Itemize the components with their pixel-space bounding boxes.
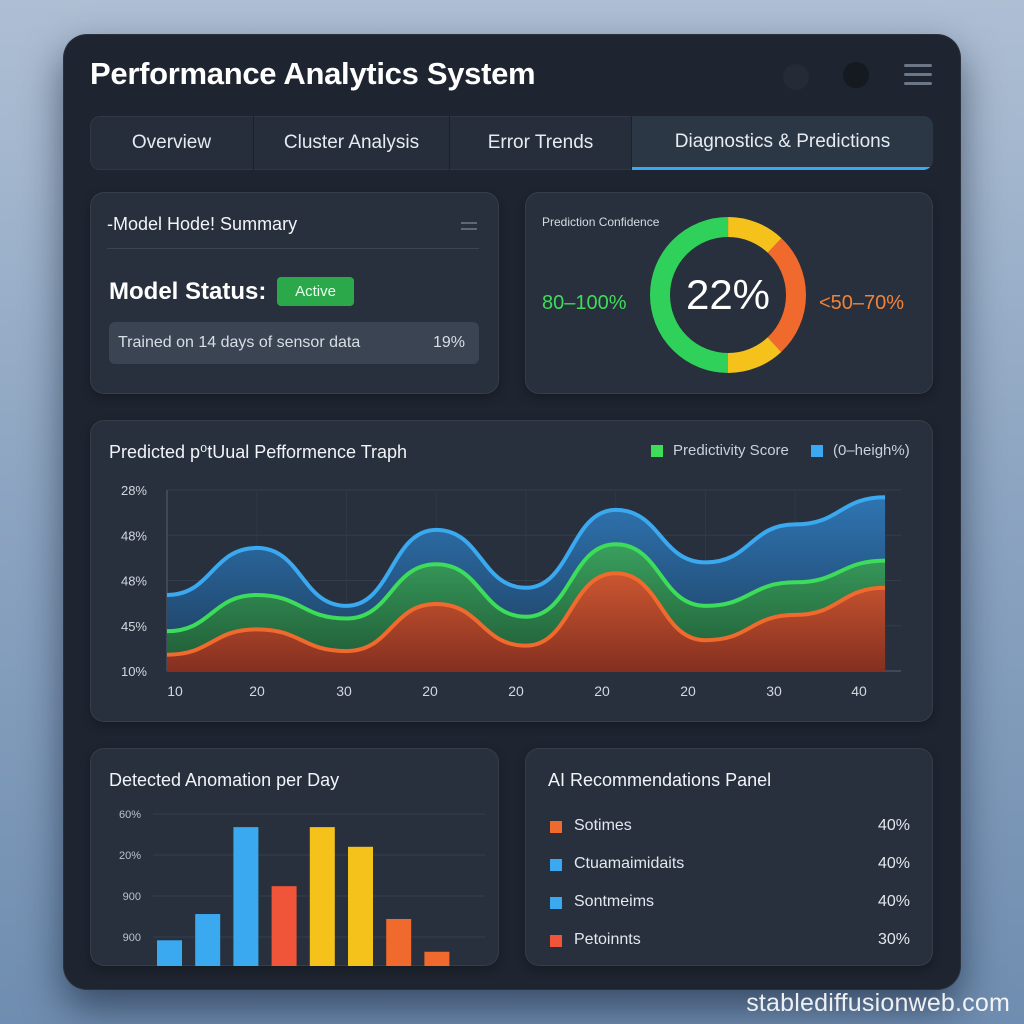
prediction-confidence-card: Prediction Confidence 80–100% <50–70% 22… [525,192,933,394]
x-tick-label: 30 [336,683,352,699]
recommendation-item[interactable]: Ctuamaimidaits 40% [550,855,910,875]
training-info-percent: 19% [432,334,465,351]
recommendation-value: 40% [877,855,910,872]
recommendation-item[interactable]: Petoinnts 30% [550,931,910,951]
model-status-label: Model Status: [109,278,267,305]
y-tick-label: 900 [123,891,141,903]
recommendation-label: Ctuamaimidaits [574,855,685,872]
tab-error-trends[interactable]: Error Trends [450,116,632,170]
bar [348,846,373,966]
confidence-range-low: <50–70% [819,292,905,314]
status-badge: Active [277,277,354,306]
y-tick-label: 10% [121,664,147,679]
recommendation-label: Sontmeims [574,893,655,910]
prediction-confidence-title: Prediction Confidence [542,215,660,229]
training-info-text: Trained on 14 days of sensor data [118,334,361,351]
app-title: Performance Analytics System [90,56,536,91]
performance-graph-card: Predicted p⁰tUual Pefformence Traph Pred… [90,420,933,722]
recommendation-swatch [550,897,562,909]
bar [271,886,297,966]
model-summary-card: -Model Hode! Summary Model Status: Activ… [90,192,499,394]
anomalies-bar-chart: 60%20%9009000 [119,809,485,966]
confidence-donut-chart: 22% [650,217,806,373]
tab-cluster-analysis[interactable]: Cluster Analysis [254,116,450,170]
recommendation-swatch [550,935,562,947]
window-control-dot[interactable] [843,62,869,88]
x-tick-label: 20 [422,683,438,699]
recommendation-value: 40% [877,817,910,834]
bar [424,951,450,966]
window-control-dim[interactable] [783,64,809,90]
bar [386,918,412,966]
bar [195,914,221,966]
x-tick-label: 20 [508,683,524,699]
recommendations-card: AI Recommendations Panel Sotimes 40% Ctu… [525,748,933,966]
y-tick-label: 20% [119,850,141,862]
recommendation-swatch [550,821,562,833]
y-tick-label: 48% [121,528,147,543]
y-tick-label: 45% [121,619,147,634]
y-tick-label: 60% [119,809,141,821]
tab-bar: Overview Cluster Analysis Error Trends D… [90,116,933,170]
y-tick-label: 48% [121,574,147,589]
training-info-row: Trained on 14 days of sensor data 19% [109,322,479,364]
tab-overview[interactable]: Overview [90,116,254,170]
anomalies-card: Detected Anomation per Day 60%20%9009000 [90,748,499,966]
app-window: Performance Analytics System Overview Cl… [63,34,961,990]
recommendation-item[interactable]: Sontmeims 40% [550,893,910,913]
x-tick-label: 20 [594,683,610,699]
watermark: stablediffusionweb.com [746,989,1010,1017]
x-tick-label: 40 [851,683,867,699]
x-tick-label: 20 [249,683,265,699]
recommendation-value: 40% [877,893,910,910]
model-summary-title: -Model Hode! Summary [107,214,298,234]
hamburger-menu-icon[interactable] [904,64,932,88]
divider [107,248,479,249]
confidence-value: 22% [686,271,770,318]
recommendation-label: Petoinnts [574,931,641,948]
recommendation-value: 30% [877,931,910,948]
recommendation-label: Sotimes [574,817,632,834]
y-tick-label: 28% [121,483,147,498]
x-tick-label: 10 [167,683,183,699]
y-tick-label: 900 [123,932,141,944]
bar [309,827,335,966]
bar [157,940,182,966]
performance-area-chart: 28% 48% 48% 45% 10% 10 20 30 20 20 20 20 30 40 [121,483,901,699]
bar [233,827,259,966]
recommendations-title: AI Recommendations Panel [548,770,772,790]
drag-handle-icon[interactable] [461,222,477,234]
x-tick-label: 30 [766,683,782,699]
tab-diagnostics-predictions[interactable]: Diagnostics & Predictions [632,116,933,170]
recommendation-item[interactable]: Sotimes 40% [550,817,910,837]
x-tick-label: 20 [680,683,696,699]
confidence-range-high: 80–100% [542,292,627,314]
recommendation-swatch [550,859,562,871]
